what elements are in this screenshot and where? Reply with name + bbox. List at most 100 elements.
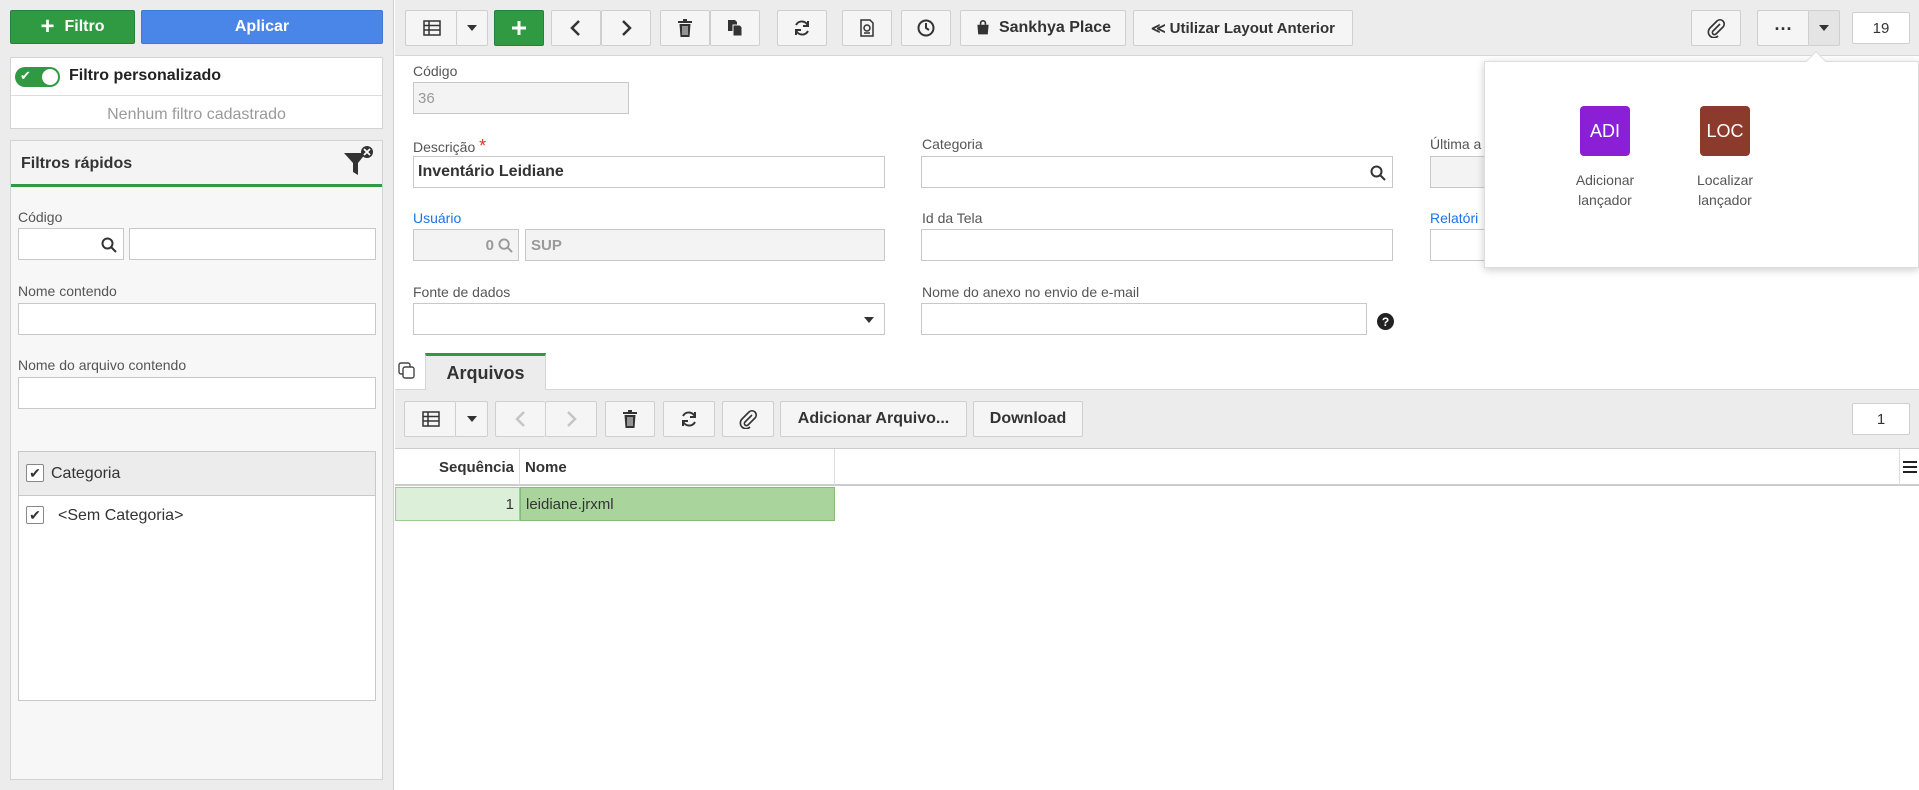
paperclip-icon xyxy=(1707,18,1726,38)
previous-layout-button[interactable]: ≪ Utilizar Layout Anterior xyxy=(1133,10,1353,46)
detach-icon[interactable] xyxy=(398,362,416,380)
nome-contendo-label: Nome contendo xyxy=(18,283,117,299)
copy-icon xyxy=(728,20,743,37)
column-menu-icon[interactable] xyxy=(1899,449,1919,485)
sub-previous-button[interactable] xyxy=(495,401,545,437)
help-icon[interactable]: ? xyxy=(1377,313,1394,330)
sub-record-count: 1 xyxy=(1852,403,1910,435)
refresh-icon xyxy=(682,411,696,427)
add-launcher-item[interactable]: ADI Adicionar lançador xyxy=(1545,106,1665,210)
attachment-button[interactable] xyxy=(1691,10,1741,46)
add-record-button[interactable] xyxy=(494,10,544,46)
sub-next-button[interactable] xyxy=(545,401,597,437)
usuario-label[interactable]: Usuário xyxy=(413,210,461,226)
sub-refresh-button[interactable] xyxy=(663,401,715,437)
search-icon[interactable] xyxy=(498,238,513,253)
filter-panel: + Filtro Aplicar ✔ Filtro personalizado … xyxy=(0,0,394,790)
codigo-input[interactable]: 36 xyxy=(413,82,629,114)
relatorio-label[interactable]: Relatóri xyxy=(1430,210,1478,226)
sub-delete-button[interactable] xyxy=(605,401,655,437)
sub-attachment-button[interactable] xyxy=(722,401,774,437)
ellipsis-icon: ... xyxy=(1774,13,1793,34)
id-tela-label: Id da Tela xyxy=(922,210,983,226)
search-icon[interactable] xyxy=(1370,165,1386,181)
previous-button[interactable] xyxy=(551,10,601,46)
custom-filter-toggle[interactable]: ✔ xyxy=(15,67,60,87)
duplicate-button[interactable] xyxy=(710,10,760,46)
history-button[interactable] xyxy=(901,10,951,46)
arquivo-contendo-label: Nome do arquivo contendo xyxy=(18,357,187,373)
categoria-input[interactable] xyxy=(921,156,1393,188)
delete-button[interactable] xyxy=(660,10,710,46)
plus-icon xyxy=(512,21,526,35)
quick-filters-title: Filtros rápidos xyxy=(21,155,133,172)
ultima-label: Última a xyxy=(1430,136,1482,152)
codigo-filter-input[interactable] xyxy=(18,228,124,260)
filter-button[interactable]: + Filtro xyxy=(10,10,135,44)
report-button[interactable] xyxy=(842,10,892,46)
view-dropdown-button[interactable] xyxy=(456,10,488,46)
quick-filters: Filtros rápidos Código Nome contendo Nom… xyxy=(10,140,383,780)
descricao-input[interactable]: Inventário Leidiane xyxy=(413,156,885,188)
chevron-left-icon xyxy=(570,20,580,36)
custom-filter-box: ✔ Filtro personalizado Nenhum filtro cad… xyxy=(10,57,383,129)
descricao-label: Descrição * xyxy=(413,136,487,156)
custom-filter-label: Filtro personalizado xyxy=(69,67,222,84)
apply-button[interactable]: Aplicar xyxy=(141,10,383,44)
sem-categoria-label: <Sem Categoria> xyxy=(58,507,184,524)
table-row[interactable]: 1 leidiane.jrxml xyxy=(395,487,835,521)
refresh-button[interactable] xyxy=(777,10,827,46)
grid-view-button[interactable] xyxy=(405,10,457,46)
codigo-filter-description[interactable] xyxy=(129,228,376,260)
anexo-input[interactable] xyxy=(921,303,1367,335)
fonte-label: Fonte de dados xyxy=(413,284,511,300)
nome-contendo-input[interactable] xyxy=(18,303,376,335)
required-icon: * xyxy=(479,136,487,156)
usuario-name-input[interactable]: SUP xyxy=(525,229,885,261)
check-icon: ✔ xyxy=(20,68,31,83)
download-button[interactable]: Download xyxy=(973,401,1083,437)
add-file-button[interactable]: Adicionar Arquivo... xyxy=(780,401,967,437)
grid-header: Sequência Nome xyxy=(395,448,1919,486)
column-sequencia[interactable]: Sequência xyxy=(395,449,520,485)
categoria-list: ✔ Categoria ✔ <Sem Categoria> xyxy=(18,451,376,701)
tab-arquivos[interactable]: Arquivos xyxy=(425,353,546,390)
more-options-button[interactable]: ... xyxy=(1757,10,1809,46)
search-icon[interactable] xyxy=(101,237,117,253)
usuario-code-input[interactable]: 0 xyxy=(413,229,519,261)
id-tela-input[interactable] xyxy=(921,229,1393,261)
chevron-down-icon xyxy=(864,317,874,323)
categoria-header-label: Categoria xyxy=(51,465,121,482)
column-nome[interactable]: Nome xyxy=(520,449,835,485)
find-launcher-item[interactable]: LOC Localizar lançador xyxy=(1665,106,1785,210)
chevron-down-icon xyxy=(1819,25,1829,31)
arquivo-contendo-input[interactable] xyxy=(18,377,376,409)
fonte-select[interactable] xyxy=(413,303,885,335)
no-filter-text: Nenhum filtro cadastrado xyxy=(107,106,286,123)
trash-icon xyxy=(623,410,637,428)
next-button[interactable] xyxy=(601,10,651,46)
categoria-header-checkbox[interactable]: ✔ xyxy=(26,464,44,482)
chevron-down-icon xyxy=(467,25,477,31)
ultima-input[interactable] xyxy=(1430,156,1490,188)
check-icon: ✔ xyxy=(29,506,41,523)
relatorio-input[interactable] xyxy=(1430,229,1490,261)
sub-view-dropdown-button[interactable] xyxy=(455,401,488,437)
find-launcher-icon: LOC xyxy=(1700,106,1750,156)
sub-grid-view-button[interactable] xyxy=(404,401,456,437)
row-sequencia: 1 xyxy=(395,487,520,521)
clock-icon xyxy=(917,19,935,37)
codigo-filter-label: Código xyxy=(18,209,63,225)
categoria-label: Categoria xyxy=(922,136,983,152)
add-launcher-icon: ADI xyxy=(1580,106,1630,156)
sem-categoria-checkbox[interactable]: ✔ xyxy=(26,506,44,524)
report-icon xyxy=(860,19,874,37)
codigo-label: Código xyxy=(413,63,458,79)
chevron-left-icon xyxy=(514,411,525,427)
filter-clear-icon[interactable] xyxy=(341,145,375,179)
grid-icon xyxy=(421,411,440,427)
more-dropdown-button[interactable] xyxy=(1808,10,1840,46)
sankhya-place-button[interactable]: Sankhya Place xyxy=(960,10,1126,46)
anexo-label: Nome do anexo no envio de e-mail xyxy=(922,284,1140,300)
refresh-icon xyxy=(795,20,809,36)
